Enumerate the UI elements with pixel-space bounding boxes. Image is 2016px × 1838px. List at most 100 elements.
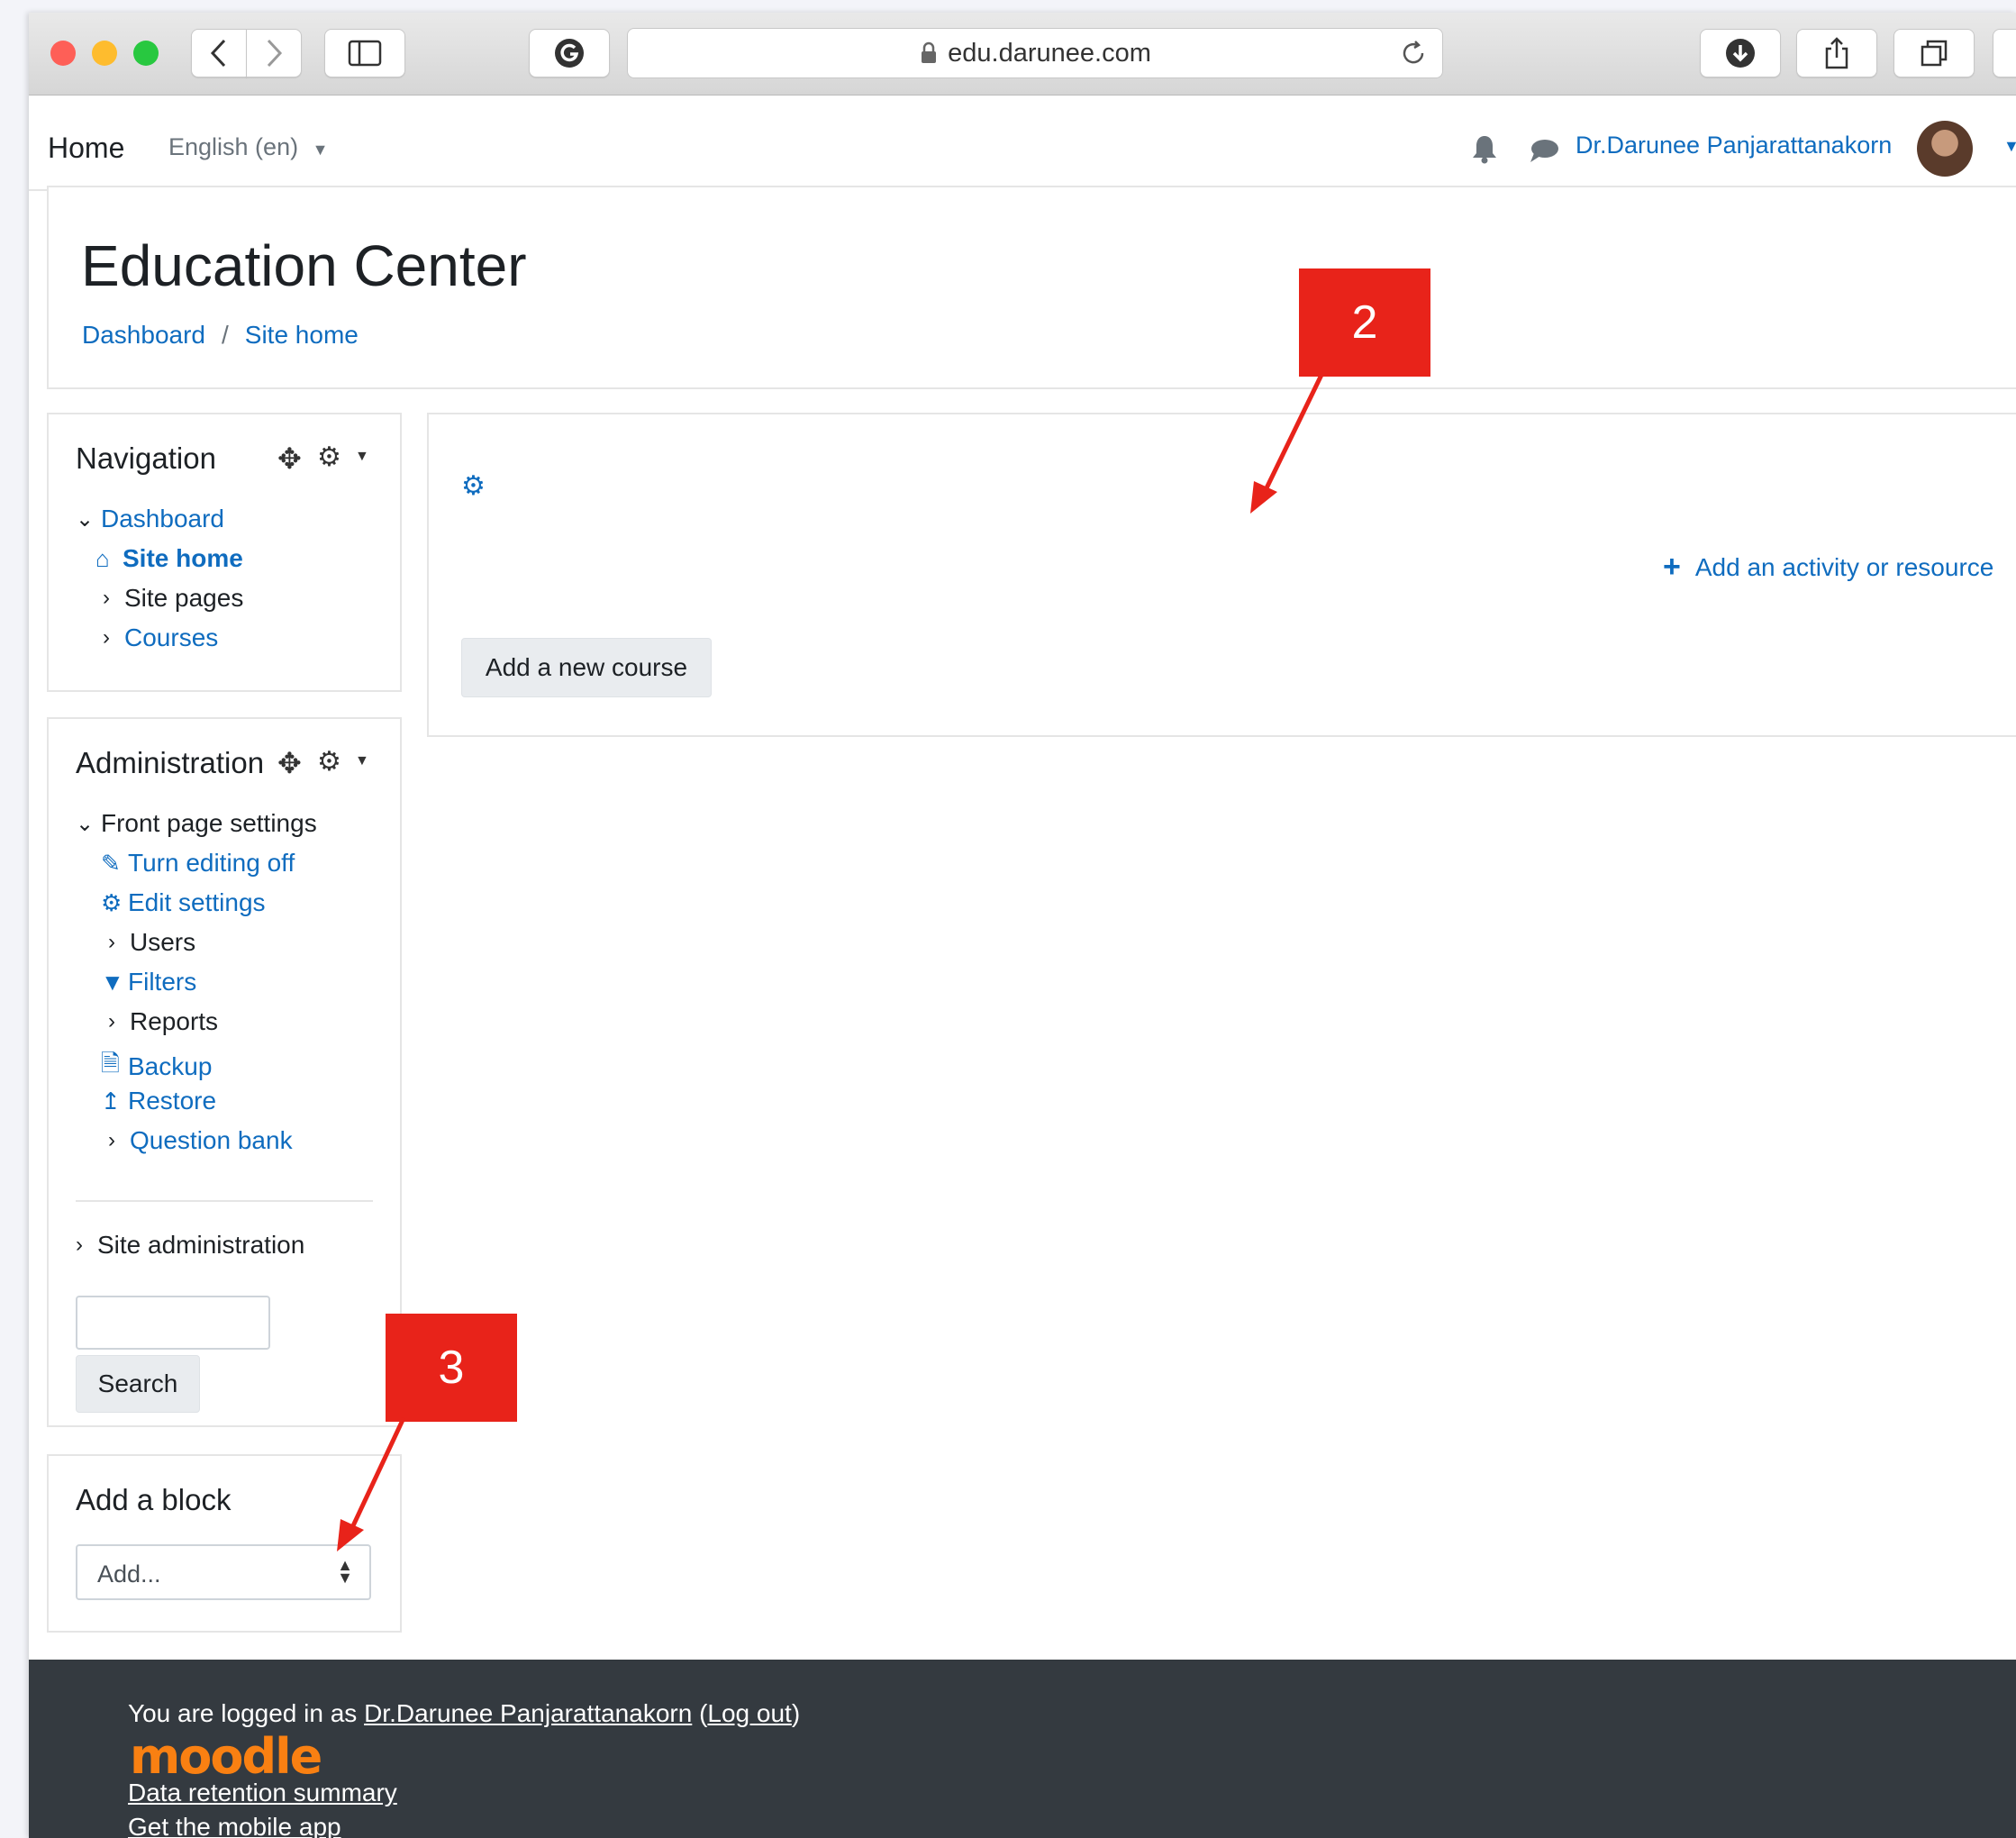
user-menu-caret-icon[interactable]: ▼	[2003, 137, 2016, 156]
lock-icon	[922, 41, 937, 63]
annotation-arrow-2	[1250, 371, 1325, 514]
nav-item-dashboard[interactable]: ⌄ Dashboard	[76, 505, 224, 533]
close-window-button[interactable]	[50, 41, 76, 66]
chevron-right-icon	[267, 39, 283, 68]
admin-item-turn-editing-off[interactable]: ✎ Turn editing off	[101, 849, 295, 878]
browser-toolbar: edu.darunee.com	[29, 13, 2016, 96]
grammarly-icon	[555, 39, 584, 68]
bell-icon[interactable]	[1470, 133, 1499, 164]
minimize-window-button[interactable]	[92, 41, 117, 66]
chevron-right-icon: ›	[103, 586, 110, 610]
add-block-select[interactable]: Add... ▲ ▼	[76, 1544, 371, 1600]
annotation-badge-3: 3	[386, 1314, 517, 1422]
home-icon: ⌂	[95, 544, 110, 572]
annotation-badge-2: 2	[1299, 268, 1430, 377]
url-text: edu.darunee.com	[948, 38, 1151, 68]
tabs-overview-button[interactable]	[1893, 29, 1975, 77]
admin-item-edit-settings[interactable]: ⚙ Edit settings	[101, 888, 266, 917]
site-navbar: Home English (en) ▼ Dr.Darunee Panjaratt…	[29, 96, 2016, 191]
add-new-course-button[interactable]: Add a new course	[461, 638, 712, 697]
admin-item-front-page-settings[interactable]: ⌄ Front page settings	[76, 809, 317, 838]
user-menu-name[interactable]: Dr.Darunee Panjarattanakorn	[1576, 132, 1892, 159]
admin-item-site-administration[interactable]: › Site administration	[76, 1231, 304, 1260]
admin-item-label: Question bank	[130, 1126, 293, 1154]
admin-item-label: Reports	[130, 1007, 219, 1035]
admin-item-users[interactable]: › Users	[108, 928, 195, 957]
page-title: Education Center	[81, 233, 527, 298]
nav-item-label: Dashboard	[101, 505, 224, 532]
move-icon[interactable]: ✥	[277, 746, 302, 780]
avatar[interactable]	[1917, 121, 1973, 177]
navigation-block-title: Navigation	[76, 441, 216, 475]
admin-item-label: Users	[130, 928, 196, 956]
grammarly-extension-button[interactable]	[529, 29, 610, 77]
chevron-left-icon	[210, 39, 226, 68]
admin-item-label: Front page settings	[101, 809, 317, 837]
add-activity-link[interactable]: + Add an activity or resource	[1663, 550, 1993, 585]
page-header: Education Center Dashboard / Site home	[47, 186, 2016, 389]
chevron-right-icon: ›	[108, 1009, 115, 1033]
logout-link[interactable]: Log out	[707, 1699, 791, 1727]
login-info: You are logged in as Dr.Darunee Panjarat…	[128, 1699, 800, 1728]
admin-search-input[interactable]	[76, 1296, 270, 1350]
logout-open-paren: (	[699, 1699, 708, 1727]
nav-item-site-pages[interactable]: › Site pages	[103, 584, 243, 613]
chevron-right-icon: ›	[103, 625, 110, 650]
gear-icon[interactable]: ⚙	[317, 441, 341, 473]
administration-block-title: Administration	[76, 746, 265, 779]
admin-item-label: Edit settings	[128, 888, 266, 916]
reload-icon[interactable]	[1399, 39, 1428, 68]
language-label: English (en)	[168, 133, 299, 160]
forward-button[interactable]	[246, 29, 302, 77]
maximize-window-button[interactable]	[133, 41, 159, 66]
footer-user-link[interactable]: Dr.Darunee Panjarattanakorn	[364, 1699, 692, 1727]
breadcrumb-dashboard[interactable]: Dashboard	[82, 321, 205, 349]
chevron-right-icon: ›	[76, 1233, 83, 1257]
file-archive-icon: 🗎	[101, 1050, 120, 1077]
downloads-button[interactable]	[1700, 29, 1781, 77]
new-tab-button[interactable]	[1993, 29, 2016, 77]
navigation-block: Navigation ✥ ⚙ ▼ ⌄ Dashboard ⌂ Site home ›…	[47, 413, 402, 692]
back-button[interactable]	[191, 29, 247, 77]
move-icon[interactable]: ✥	[277, 441, 302, 476]
admin-item-filters[interactable]: ▼ Filters	[101, 968, 196, 996]
share-button[interactable]	[1796, 29, 1877, 77]
nav-item-site-home[interactable]: ⌂ Site home	[95, 544, 243, 573]
nav-item-label: Site home	[123, 544, 243, 572]
mobile-app-link[interactable]: Get the mobile app	[128, 1813, 341, 1838]
admin-item-backup[interactable]: 🗎 Backup	[101, 1047, 212, 1087]
admin-search-button[interactable]: Search	[76, 1355, 200, 1413]
sort-arrows-icon: ▲ ▼	[337, 1556, 353, 1587]
plus-icon: +	[1663, 550, 1681, 584]
download-icon	[1726, 39, 1755, 68]
gear-icon: ⚙	[101, 888, 123, 916]
chevron-down-icon: ⌄	[76, 506, 95, 532]
chevron-right-icon: ›	[108, 930, 115, 954]
language-menu[interactable]: English (en) ▼	[168, 133, 328, 161]
admin-item-reports[interactable]: › Reports	[108, 1007, 218, 1036]
caret-down-icon[interactable]: ▼	[355, 449, 369, 465]
pencil-icon: ✎	[101, 849, 121, 877]
admin-item-question-bank[interactable]: › Question bank	[108, 1126, 293, 1155]
annotation-arrow-3	[337, 1416, 406, 1551]
add-activity-label: Add an activity or resource	[1694, 552, 1994, 581]
add-block-select-value: Add...	[97, 1560, 161, 1588]
admin-item-label: Site administration	[97, 1231, 305, 1259]
sidebar-toggle-button[interactable]	[324, 29, 405, 77]
breadcrumb-site-home[interactable]: Site home	[245, 321, 359, 349]
login-prefix: You are logged in as	[128, 1699, 358, 1727]
admin-item-restore[interactable]: ↥ Restore	[101, 1087, 216, 1115]
address-bar[interactable]: edu.darunee.com	[627, 28, 1443, 78]
section-settings-gear-icon[interactable]: ⚙	[461, 470, 486, 502]
nav-item-courses[interactable]: › Courses	[103, 623, 218, 652]
moodle-logo[interactable]: moodle	[130, 1728, 322, 1785]
home-link[interactable]: Home	[48, 132, 124, 165]
caret-down-icon[interactable]: ▼	[355, 753, 369, 769]
site-main-region: ⚙ + Add an activity or resource Add a new…	[427, 413, 2016, 737]
breadcrumb: Dashboard / Site home	[82, 321, 359, 350]
messages-icon[interactable]	[1529, 137, 1559, 164]
sidebar-icon	[348, 40, 382, 67]
gear-icon[interactable]: ⚙	[317, 746, 341, 778]
data-retention-link[interactable]: Data retention summary	[128, 1779, 397, 1806]
logout-close-paren: )	[791, 1699, 801, 1727]
